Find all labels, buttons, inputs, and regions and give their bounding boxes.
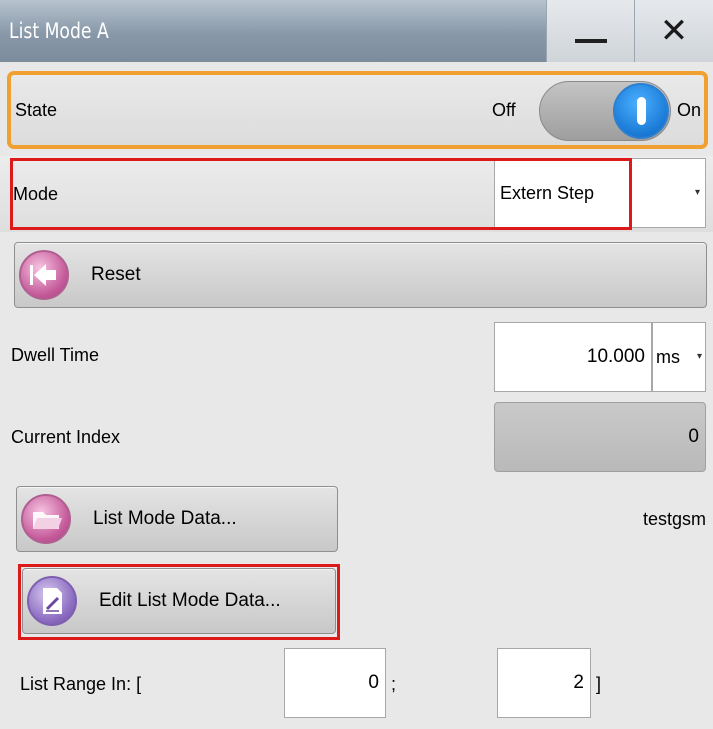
title-bar: List Mode A ✕	[0, 0, 713, 62]
dropdown-arrow-icon: ▾	[694, 187, 700, 198]
state-off-label: Off	[492, 100, 516, 120]
reset-button[interactable]: Reset	[14, 242, 707, 308]
list-range-separator: ;	[391, 674, 397, 694]
list-range-end-input[interactable]: 2	[497, 648, 591, 718]
state-label: State	[15, 100, 58, 120]
window-title: List Mode A	[9, 19, 109, 43]
folder-icon	[21, 494, 71, 544]
mode-row: Mode Extern Step ▾	[0, 156, 713, 232]
unit-dropdown-arrow-icon: ▾	[696, 351, 702, 362]
mode-select-value: Extern Step	[500, 183, 595, 203]
dwell-time-unit: ms	[656, 347, 680, 367]
list-mode-dialog: List Mode A ✕ State Off On Mode Extern S…	[0, 0, 713, 729]
dwell-time-input[interactable]: 10.000	[494, 322, 652, 392]
list-range-label: List Range In: [	[20, 674, 142, 694]
minimize-icon	[575, 39, 607, 43]
current-index-value: 0	[688, 426, 699, 447]
mode-select[interactable]: Extern Step ▾	[494, 158, 706, 228]
list-range-start-value: 0	[368, 672, 379, 693]
list-mode-data-button[interactable]: List Mode Data...	[16, 486, 338, 552]
current-index-label: Current Index	[11, 427, 121, 447]
list-mode-file-name: testgsm	[642, 509, 706, 529]
dwell-time-value: 10.000	[586, 346, 645, 367]
minimize-button[interactable]	[546, 0, 634, 62]
mode-label: Mode	[13, 184, 59, 204]
current-index-field: 0	[494, 402, 706, 472]
edit-list-mode-data-button-label: Edit List Mode Data...	[99, 590, 281, 611]
close-icon: ✕	[659, 12, 689, 50]
close-button[interactable]: ✕	[634, 0, 713, 62]
edit-list-mode-data-button[interactable]: Edit List Mode Data...	[22, 568, 336, 634]
list-range-close-bracket: ]	[596, 674, 602, 694]
list-mode-data-button-label: List Mode Data...	[93, 508, 237, 529]
list-range-start-input[interactable]: 0	[284, 648, 386, 718]
reset-arrow-icon	[19, 250, 69, 300]
toggle-on-indicator-icon	[637, 97, 646, 125]
list-range-end-value: 2	[573, 672, 584, 693]
state-toggle[interactable]	[539, 81, 671, 141]
state-on-label: On	[677, 100, 702, 120]
toggle-knob[interactable]	[613, 83, 669, 139]
state-row: State Off On	[7, 71, 708, 149]
dwell-time-label: Dwell Time	[11, 345, 100, 365]
edit-document-icon	[27, 576, 77, 626]
reset-button-label: Reset	[91, 264, 141, 285]
dwell-time-unit-select[interactable]: ms ▾	[652, 322, 706, 392]
